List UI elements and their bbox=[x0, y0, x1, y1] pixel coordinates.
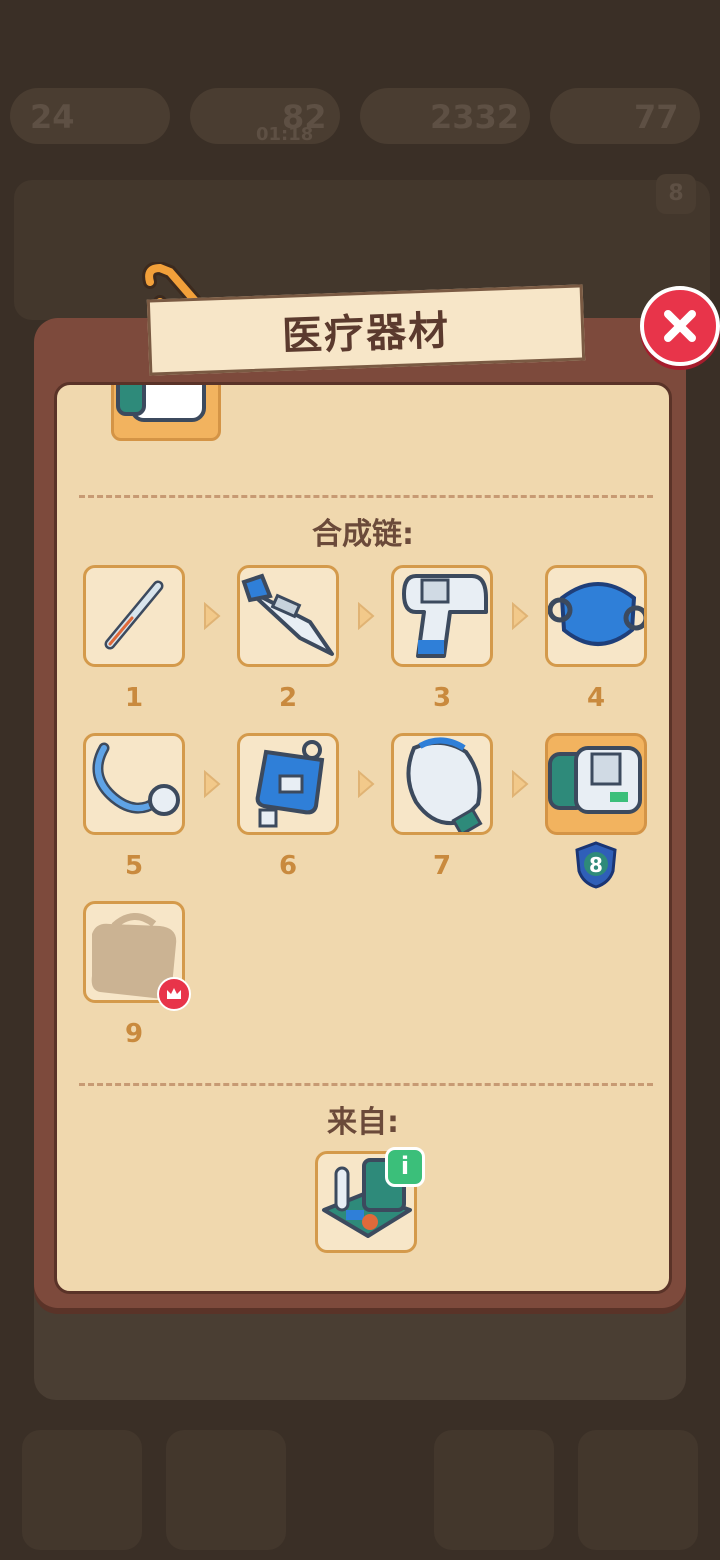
oxygen-bottle-icon bbox=[406, 737, 483, 832]
selected-item-preview bbox=[111, 385, 221, 441]
background-coin-value: 2332 bbox=[430, 98, 520, 136]
chain-slot-7[interactable] bbox=[391, 733, 493, 835]
background-timer-value: 01:18 bbox=[256, 124, 314, 145]
thermometer-icon bbox=[104, 580, 164, 650]
chain-slot-5[interactable] bbox=[83, 733, 185, 835]
background-bottom-button bbox=[22, 1430, 142, 1550]
close-button[interactable] bbox=[640, 286, 720, 366]
background-bottom-button bbox=[166, 1430, 286, 1550]
chain-slot-2[interactable] bbox=[237, 565, 339, 667]
digital-thermometer-icon bbox=[241, 573, 334, 656]
background-gem-value: 77 bbox=[634, 98, 679, 136]
dialog-title: 医疗器材 bbox=[281, 308, 451, 360]
chain-arrow bbox=[204, 602, 221, 630]
iv-bag-icon bbox=[255, 740, 325, 828]
chain-slot-1[interactable] bbox=[83, 565, 185, 667]
chain-slot-8-current[interactable] bbox=[545, 733, 647, 835]
chain-level-6: 6 bbox=[278, 851, 298, 881]
divider bbox=[79, 495, 653, 498]
blood-pressure-monitor-icon bbox=[548, 746, 642, 814]
chain-title: 合成链: bbox=[312, 517, 414, 552]
background-bottom-button bbox=[434, 1430, 554, 1550]
background-bottom-button bbox=[578, 1430, 698, 1550]
chain-level-4: 4 bbox=[586, 683, 606, 713]
divider bbox=[79, 1083, 653, 1086]
chain-arrow bbox=[358, 770, 375, 798]
background-card-badge: 8 bbox=[656, 174, 696, 214]
chain-level-5: 5 bbox=[124, 851, 144, 881]
chain-slot-3[interactable] bbox=[391, 565, 493, 667]
chain-arrow bbox=[512, 770, 529, 798]
close-icon bbox=[664, 310, 696, 342]
info-button[interactable]: i bbox=[385, 1147, 425, 1187]
item-info-dialog: 合成链: 1 2 3 4 5 6 7 8 9 来自: i bbox=[34, 318, 686, 1308]
face-mask-icon bbox=[548, 582, 644, 646]
background-level-value: 24 bbox=[30, 98, 75, 136]
dialog-content-panel: 合成链: 1 2 3 4 5 6 7 8 9 来自: i bbox=[54, 382, 672, 1294]
chain-slot-6[interactable] bbox=[237, 733, 339, 835]
chain-level-7: 7 bbox=[432, 851, 452, 881]
blood-pressure-monitor-icon bbox=[116, 385, 206, 422]
chain-arrow bbox=[358, 602, 375, 630]
chain-level-1: 1 bbox=[124, 683, 144, 713]
stethoscope-icon bbox=[92, 742, 180, 816]
source-title: 来自: bbox=[327, 1105, 399, 1140]
chain-arrow bbox=[512, 602, 529, 630]
chain-level-9: 9 bbox=[124, 1019, 144, 1049]
chain-level-3: 3 bbox=[432, 683, 452, 713]
chain-level-2: 2 bbox=[278, 683, 298, 713]
chain-slot-4[interactable] bbox=[545, 565, 647, 667]
background-top-bar: 24 82 01:18 2332 77 bbox=[10, 80, 710, 150]
infrared-thermometer-icon bbox=[402, 574, 488, 658]
current-level-shield-icon: 8 bbox=[575, 841, 617, 889]
current-level-badge: 8 bbox=[589, 853, 603, 877]
chain-arrow bbox=[204, 770, 221, 798]
premium-crown-icon bbox=[157, 977, 191, 1011]
title-ribbon: 医疗器材 bbox=[146, 284, 586, 376]
